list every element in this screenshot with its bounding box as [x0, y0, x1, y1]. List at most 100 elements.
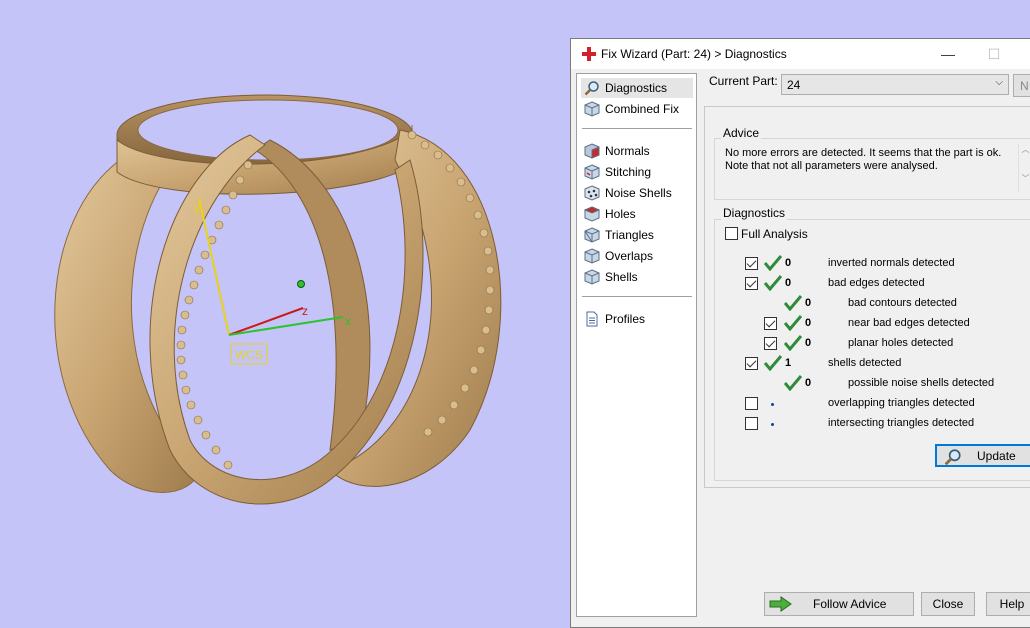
green-check-icon — [784, 295, 802, 311]
green-check-icon — [764, 275, 782, 291]
z-axis-label: z — [302, 304, 308, 318]
current-part-value: 24 — [787, 78, 801, 92]
green-check-icon — [764, 255, 782, 271]
next-part-button[interactable]: N — [1013, 74, 1030, 97]
follow-advice-button[interactable]: Follow Advice — [764, 592, 914, 616]
nav-label: Shells — [605, 270, 638, 284]
full-analysis-checkbox[interactable] — [725, 227, 738, 240]
advice-text: No more errors are detected. It seems th… — [725, 147, 1015, 173]
ring-model-render: y z x WCS — [54, 94, 502, 505]
current-part-label: Current Part: — [709, 74, 778, 88]
nav-item-shells[interactable]: Shells — [581, 267, 693, 287]
close-button[interactable]: Close — [921, 592, 975, 616]
near-bad-edges-checkbox[interactable] — [764, 317, 777, 330]
shells-label: shells detected — [828, 357, 902, 369]
nav-label: Overlaps — [605, 249, 654, 263]
normals-cube-icon — [584, 143, 600, 159]
bad-edges-checkbox[interactable] — [745, 277, 758, 290]
holes-cube-icon — [584, 206, 600, 222]
update-button-label: Update — [977, 449, 1016, 463]
maximize-button[interactable]: ☐ — [971, 39, 1017, 69]
nav-item-stitching[interactable]: Stitching — [581, 162, 693, 182]
noise-shells-count: 0 — [805, 377, 812, 389]
bad-contours-count: 0 — [805, 297, 812, 309]
nav-item-noise-shells[interactable]: Noise Shells — [581, 183, 693, 203]
pending-dot-icon — [771, 403, 774, 406]
dialog-title: Fix Wizard (Part: 24) > Diagnostics — [601, 47, 787, 61]
nav-item-diagnostics[interactable]: Diagnostics — [581, 78, 693, 98]
x-axis-label: x — [345, 314, 351, 328]
minimize-button[interactable]: — — [925, 39, 971, 69]
y-axis-line — [198, 197, 230, 336]
wcs-label: WCS — [235, 348, 263, 362]
stitching-cube-icon — [584, 164, 600, 180]
diagnostics-group-title: Diagnostics — [721, 206, 788, 220]
green-check-icon — [784, 375, 802, 391]
inverted-normals-label: inverted normals detected — [828, 257, 955, 269]
nav-item-combined-fix[interactable]: Combined Fix — [581, 99, 693, 119]
inverted-normals-checkbox[interactable] — [745, 257, 758, 270]
document-icon — [586, 311, 598, 327]
pivot-point — [297, 280, 305, 288]
3d-viewport[interactable]: y z x WCS — [0, 0, 570, 618]
advice-group-title: Advice — [721, 126, 762, 140]
inverted-normals-count: 0 — [785, 257, 792, 269]
advice-text-line: No more errors are detected. It seems th… — [725, 147, 1002, 159]
overlaps-cube-icon — [584, 248, 600, 264]
nav-separator — [582, 296, 692, 297]
nav-separator — [582, 128, 692, 129]
cube-icon — [584, 101, 600, 117]
overlapping-triangles-checkbox[interactable] — [745, 397, 758, 410]
help-button[interactable]: Help — [986, 592, 1030, 616]
near-bad-edges-count: 0 — [805, 317, 812, 329]
triangles-cube-icon — [584, 227, 600, 243]
shells-checkbox[interactable] — [745, 357, 758, 370]
noise-shells-label: possible noise shells detected — [848, 377, 995, 389]
green-check-icon — [784, 315, 802, 331]
near-bad-edges-label: near bad edges detected — [848, 317, 970, 329]
x-axis-line — [228, 316, 344, 336]
magnifier-icon — [944, 449, 961, 466]
intersecting-triangles-label: intersecting triangles detected — [828, 417, 975, 429]
nav-label: Diagnostics — [605, 81, 668, 95]
nav-label: Holes — [605, 207, 636, 221]
noise-shells-icon — [584, 185, 600, 201]
shells-cube-icon — [584, 269, 600, 285]
green-arrow-right-icon — [769, 596, 792, 612]
nav-label: Triangles — [605, 228, 654, 242]
magnifier-icon — [584, 81, 599, 96]
current-part-dropdown[interactable]: 24 ⌵ — [781, 74, 1009, 95]
follow-advice-label: Follow Advice — [813, 597, 887, 611]
advice-scrollbar[interactable]: ︿ ﹀ — [1018, 144, 1030, 192]
z-axis-line — [228, 307, 304, 336]
wizard-nav-panel: Diagnostics Combined Fix Normals Stitchi… — [576, 73, 697, 617]
fix-wizard-dialog: Fix Wizard (Part: 24) > Diagnostics — ☐ … — [570, 38, 1030, 628]
scroll-up-icon: ︿ — [1021, 145, 1030, 154]
update-button[interactable]: Update — [935, 444, 1030, 467]
shells-count: 1 — [785, 357, 792, 369]
intersecting-triangles-checkbox[interactable] — [745, 417, 758, 430]
green-check-icon — [784, 335, 802, 351]
nav-label: Noise Shells — [605, 186, 672, 200]
chevron-down-icon: ⌵ — [995, 77, 1003, 88]
y-axis-label: y — [194, 201, 200, 215]
nav-item-profiles[interactable]: Profiles — [581, 309, 693, 329]
bad-contours-label: bad contours detected — [848, 297, 957, 309]
nav-item-normals[interactable]: Normals — [581, 141, 693, 161]
title-bar[interactable]: Fix Wizard (Part: 24) > Diagnostics — ☐ — [571, 39, 1030, 69]
nav-label: Normals — [605, 144, 650, 158]
planar-holes-count: 0 — [805, 337, 812, 349]
planar-holes-checkbox[interactable] — [764, 337, 777, 350]
bad-edges-label: bad edges detected — [828, 277, 925, 289]
advice-text-line: Note that not all parameters were analys… — [725, 160, 938, 172]
bad-edges-count: 0 — [785, 277, 792, 289]
nav-item-overlaps[interactable]: Overlaps — [581, 246, 693, 266]
green-check-icon — [764, 355, 782, 371]
scroll-down-icon: ﹀ — [1021, 174, 1030, 183]
full-analysis-label: Full Analysis — [741, 227, 808, 241]
nav-item-triangles[interactable]: Triangles — [581, 225, 693, 245]
overlapping-triangles-label: overlapping triangles detected — [828, 397, 975, 409]
nav-item-holes[interactable]: Holes — [581, 204, 693, 224]
planar-holes-label: planar holes detected — [848, 337, 954, 349]
nav-label: Profiles — [605, 312, 646, 326]
